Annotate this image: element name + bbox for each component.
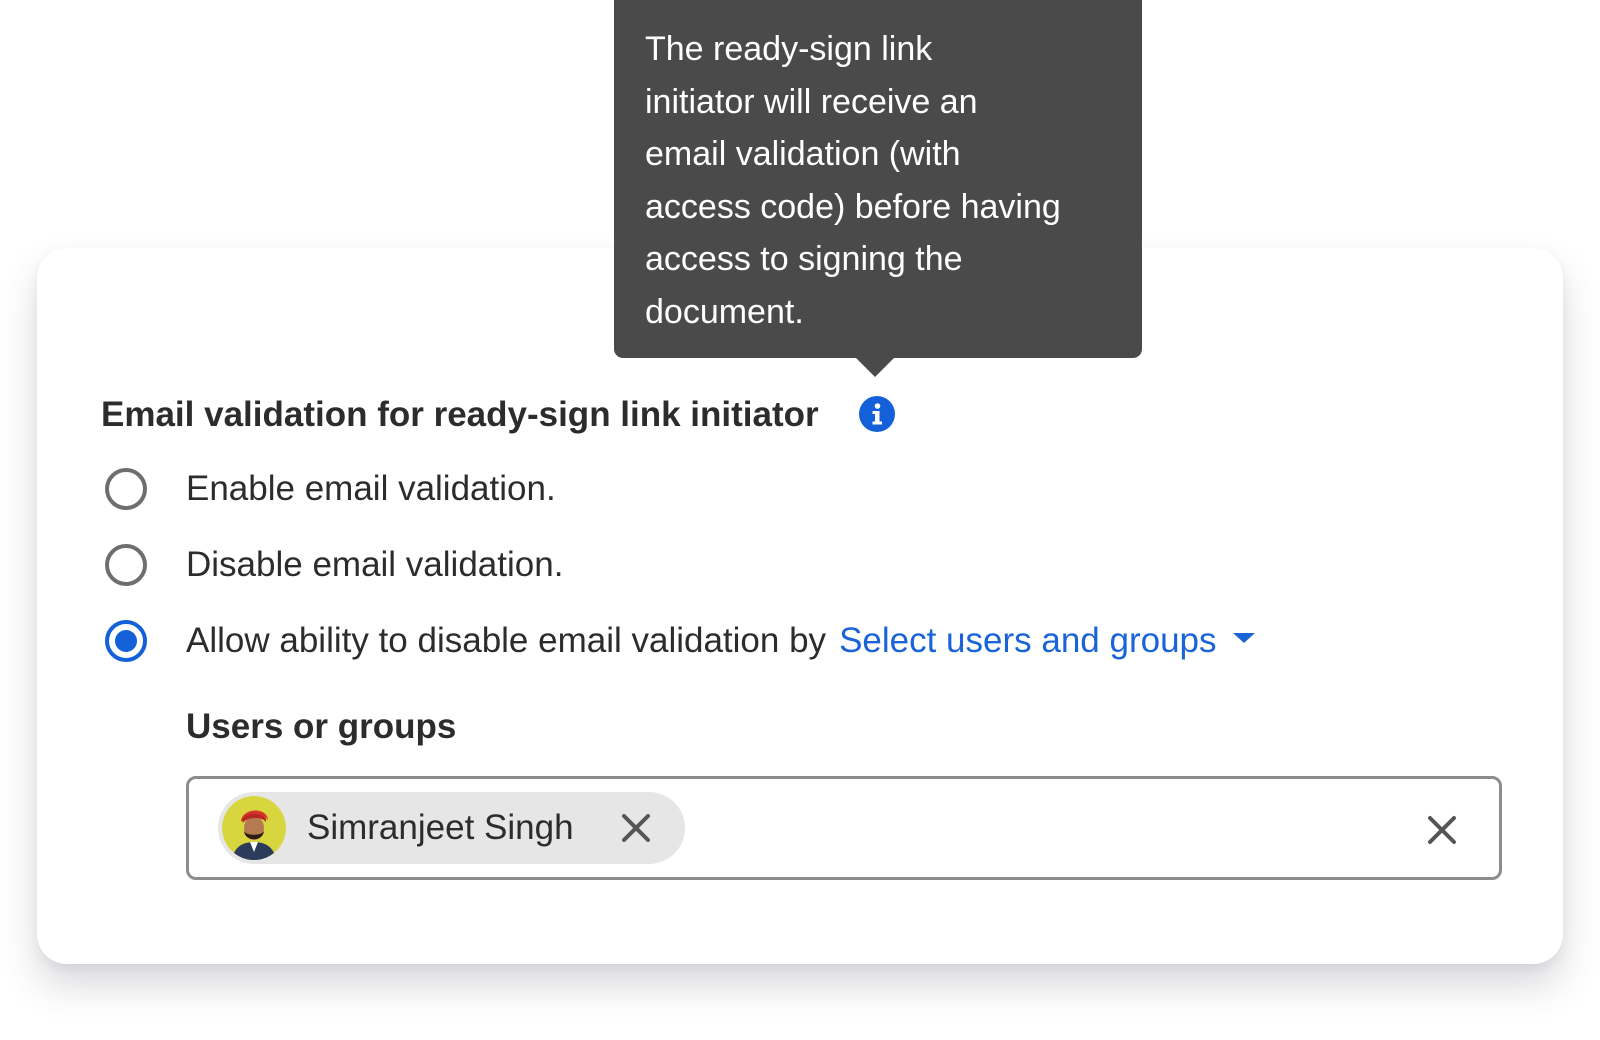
- option-allow-disable-email-validation[interactable]: Allow ability to disable email validatio…: [105, 617, 1255, 665]
- radio-button[interactable]: [105, 468, 147, 510]
- tooltip-line: The ready-sign link: [645, 30, 933, 68]
- user-chip-name: Simranjeet Singh: [307, 808, 574, 847]
- info-icon[interactable]: [859, 396, 895, 432]
- user-avatar: [222, 796, 286, 860]
- users-or-groups-input[interactable]: Simranjeet Singh: [186, 776, 1502, 880]
- option-enable-email-validation[interactable]: Enable email validation.: [105, 465, 556, 513]
- tooltip-line: initiator will receive an: [645, 82, 978, 121]
- user-chip: Simranjeet Singh: [218, 792, 685, 864]
- tooltip-line: email validation (with: [645, 135, 961, 173]
- radio-button[interactable]: [105, 544, 147, 586]
- select-users-and-groups-dropdown[interactable]: Select users and groups: [839, 619, 1216, 663]
- tooltip-arrow: [856, 358, 894, 377]
- users-or-groups-label: Users or groups: [186, 707, 457, 746]
- radio-label: Enable email validation.: [186, 469, 556, 508]
- clear-all-icon[interactable]: [1425, 813, 1459, 847]
- tooltip-line: access to signing the: [645, 240, 963, 278]
- radio-label: Disable email validation.: [186, 545, 564, 584]
- section-title: Email validation for ready-sign link ini…: [101, 395, 819, 434]
- close-icon[interactable]: [619, 811, 653, 845]
- radio-button[interactable]: [105, 620, 147, 662]
- caret-down-icon[interactable]: [1232, 633, 1255, 643]
- tooltip-line: access code) before having: [645, 187, 1061, 226]
- info-tooltip: The ready-sign link initiator will recei…: [614, 0, 1142, 377]
- option-disable-email-validation[interactable]: Disable email validation.: [105, 541, 563, 589]
- tooltip-line: document.: [645, 292, 804, 331]
- radio-label: Allow ability to disable email validatio…: [186, 621, 827, 660]
